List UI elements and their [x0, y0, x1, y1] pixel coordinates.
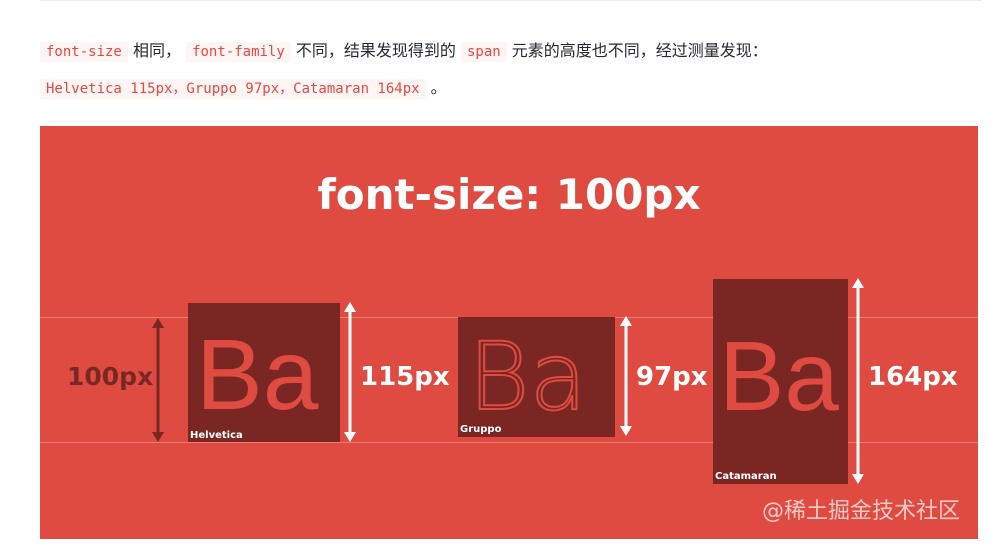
catamaran-sample: Ba [719, 321, 839, 431]
figure-title: font-size: 100px [317, 170, 701, 219]
inline-code-font-family: font-family [186, 42, 291, 62]
helvetica-font-name: Helvetica [190, 430, 243, 441]
top-divider [40, 0, 982, 1]
inline-code-measurements: Helvetica 115px，Gruppo 97px，Catamaran 16… [40, 79, 426, 99]
gruppo-span-box: Ba Gruppo [458, 317, 615, 437]
paragraph-text: 相同， [132, 41, 181, 60]
paragraph-text: 元素的高度也不同，经过测量发现： [511, 41, 768, 60]
catamaran-height-label: 164px [868, 362, 958, 392]
catamaran-font-name: Catamaran [715, 471, 777, 482]
reference-height-label: 100px [67, 362, 154, 391]
catamaran-span-box: Ba Catamaran [713, 279, 848, 484]
helvetica-sample: Ba [196, 319, 319, 431]
gruppo-sample: Ba [467, 323, 588, 432]
watermark: @稀土掘金技术社区 [761, 499, 960, 524]
helvetica-span-box: Ba Helvetica [188, 303, 340, 442]
gruppo-font-name: Gruppo [460, 424, 502, 435]
helvetica-height-label: 115px [360, 362, 450, 392]
article-paragraph: font-size 相同， font-family 不同，结果发现得到的 spa… [40, 33, 980, 107]
helvetica-arrow-icon [344, 302, 356, 442]
reference-arrow-icon [152, 318, 164, 442]
font-height-figure: font-size: 100px 100px Ba Helvetica 115p… [40, 126, 978, 539]
catamaran-arrow-icon [852, 278, 864, 484]
paragraph-text: 。 [430, 78, 447, 97]
paragraph-text: 不同，结果发现得到的 [295, 41, 456, 60]
gruppo-height-label: 97px [636, 362, 708, 392]
inline-code-span: span [460, 42, 507, 62]
gruppo-arrow-icon [620, 316, 632, 436]
inline-code-font-size: font-size [40, 42, 128, 62]
